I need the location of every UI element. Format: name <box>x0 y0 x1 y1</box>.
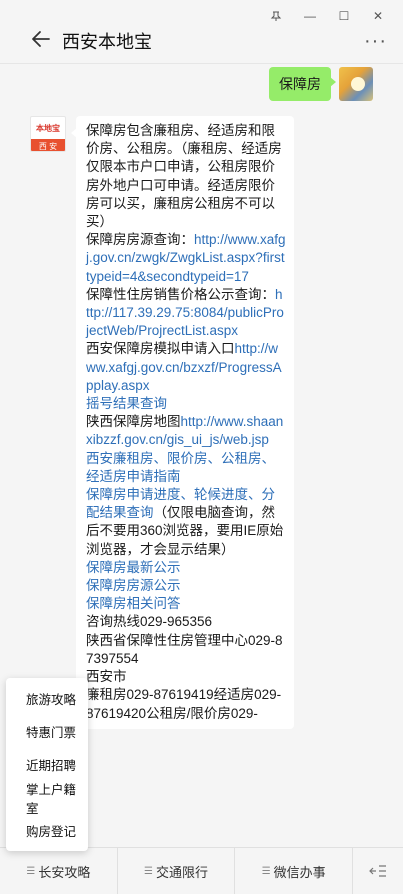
menu-button-changan-guide[interactable]: ☰ 长安攻略 <box>0 848 118 894</box>
bot-message-text: 保障房包含廉租房、经适房和限价房、公租房。（廉租房、经适房仅限本市户口申请，公租… <box>86 123 282 230</box>
bot-message-text: 陕西省保障性住房管理中心029-87397554 <box>86 632 283 666</box>
bot-message-text: 咨询热线029-965356 <box>86 614 213 630</box>
bot-message-line: 陕西保障房地图http://www.shaanxibzzf.gov.cn/gis… <box>86 413 286 449</box>
popup-item-household[interactable]: 掌上户籍室 <box>6 781 88 816</box>
popup-menu: 旅游攻略 特惠门票 近期招聘 掌上户籍室 购房登记 <box>6 678 88 851</box>
back-arrow-icon[interactable] <box>30 28 56 52</box>
bot-message-text: 陕西保障房地图 <box>86 414 181 430</box>
title-bar: — ☐ ✕ 西安本地宝 ··· <box>0 0 403 64</box>
bot-message-line: 保障房房源查询：http://www.xafgj.gov.cn/zwgk/Zwg… <box>86 231 286 286</box>
bot-avatar[interactable]: 本地宝 西 安 <box>30 116 66 152</box>
bot-message-link[interactable]: 保障房房源公示 <box>86 578 181 593</box>
bot-message-text: 保障性住房销售价格公示查询： <box>86 286 275 302</box>
bot-message-line: 廉租房029-87619419经适房029-87619420公租房/限价房029… <box>86 686 286 722</box>
bot-message-text: 廉租房029-87619419经适房029-87619420公租房/限价房029… <box>86 687 282 721</box>
more-options-icon[interactable]: ··· <box>364 30 387 53</box>
bot-message-link[interactable]: 保障房最新公示 <box>86 560 181 575</box>
bot-message-line: 陕西省保障性住房管理中心029-87397554 <box>86 632 286 668</box>
menu-label: 交通限行 <box>155 864 208 880</box>
bot-message-line: 西安市 <box>86 668 286 686</box>
bot-message-line: 咨询热线029-965356 <box>86 613 286 631</box>
bot-message-line: 西安廉租房、限价房、公租房、经适房申请指南 <box>86 450 286 486</box>
menu-lines-icon: ☰ <box>144 865 153 877</box>
maximize-button[interactable]: ☐ <box>327 6 361 26</box>
user-message-bubble[interactable]: 保障房 <box>269 67 336 101</box>
bot-message-link[interactable]: 西安廉租房、限价房、公租房、经适房申请指南 <box>86 451 275 484</box>
user-message-row: 保障房 <box>269 67 373 101</box>
menu-button-traffic[interactable]: ☰ 交通限行 <box>118 848 236 894</box>
close-button[interactable]: ✕ <box>361 6 395 26</box>
bot-message-line: 保障房相关问答 <box>86 595 286 613</box>
popup-item-tickets[interactable]: 特惠门票 <box>6 715 88 748</box>
bot-message-line: 保障房申请进度、轮候进度、分配结果查询（仅限电脑查询，然后不要用360浏览器，要… <box>86 486 286 559</box>
bot-message-line: 保障房最新公示 <box>86 559 286 577</box>
popup-item-travel[interactable]: 旅游攻略 <box>6 682 88 715</box>
menu-label: 长安攻略 <box>38 864 91 880</box>
bot-avatar-logo-text: 本地宝 <box>36 123 60 133</box>
bot-message-line: 摇号结果查询 <box>86 395 286 413</box>
bot-message-line: 保障房包含廉租房、经适房和限价房、公租房。（廉租房、经适房仅限本市户口申请，公租… <box>86 122 286 231</box>
bot-message-link[interactable]: 摇号结果查询 <box>86 396 167 411</box>
window-controls: — ☐ ✕ <box>259 6 395 26</box>
bot-message-bubble: 保障房包含廉租房、经适房和限价房、公租房。（廉租房、经适房仅限本市户口申请，公租… <box>71 116 294 729</box>
pin-icon[interactable] <box>259 6 293 26</box>
popup-item-housing-register[interactable]: 购房登记 <box>6 814 88 847</box>
bot-message-text: 西安市 <box>86 669 127 685</box>
popup-item-jobs[interactable]: 近期招聘 <box>6 748 88 781</box>
menu-button-wechat-services[interactable]: ☰ 微信办事 <box>235 848 354 894</box>
keyboard-toggle-icon[interactable] <box>353 848 403 894</box>
bottom-menu-bar: ☰ 长安攻略 ☰ 交通限行 ☰ 微信办事 <box>0 847 403 894</box>
bot-message-link[interactable]: 保障房相关问答 <box>86 596 181 611</box>
bot-message-line: 西安保障房模拟申请入口http://www.xafgj.gov.cn/bzxzf… <box>86 340 286 395</box>
bot-message-line: 保障性住房销售价格公示查询：http://117.39.29.75:8084/p… <box>86 286 286 341</box>
user-avatar[interactable] <box>339 67 373 101</box>
page-title: 西安本地宝 <box>62 32 152 52</box>
menu-label: 微信办事 <box>273 864 326 880</box>
bot-avatar-city-text: 西 安 <box>31 139 65 151</box>
bot-message-line: 保障房房源公示 <box>86 577 286 595</box>
menu-lines-icon: ☰ <box>26 865 36 877</box>
menu-lines-icon: ☰ <box>261 865 271 877</box>
bot-message-text: 保障房房源查询： <box>86 232 194 248</box>
bot-message-text: 西安保障房模拟申请入口 <box>86 341 235 357</box>
minimize-button[interactable]: — <box>293 6 327 26</box>
